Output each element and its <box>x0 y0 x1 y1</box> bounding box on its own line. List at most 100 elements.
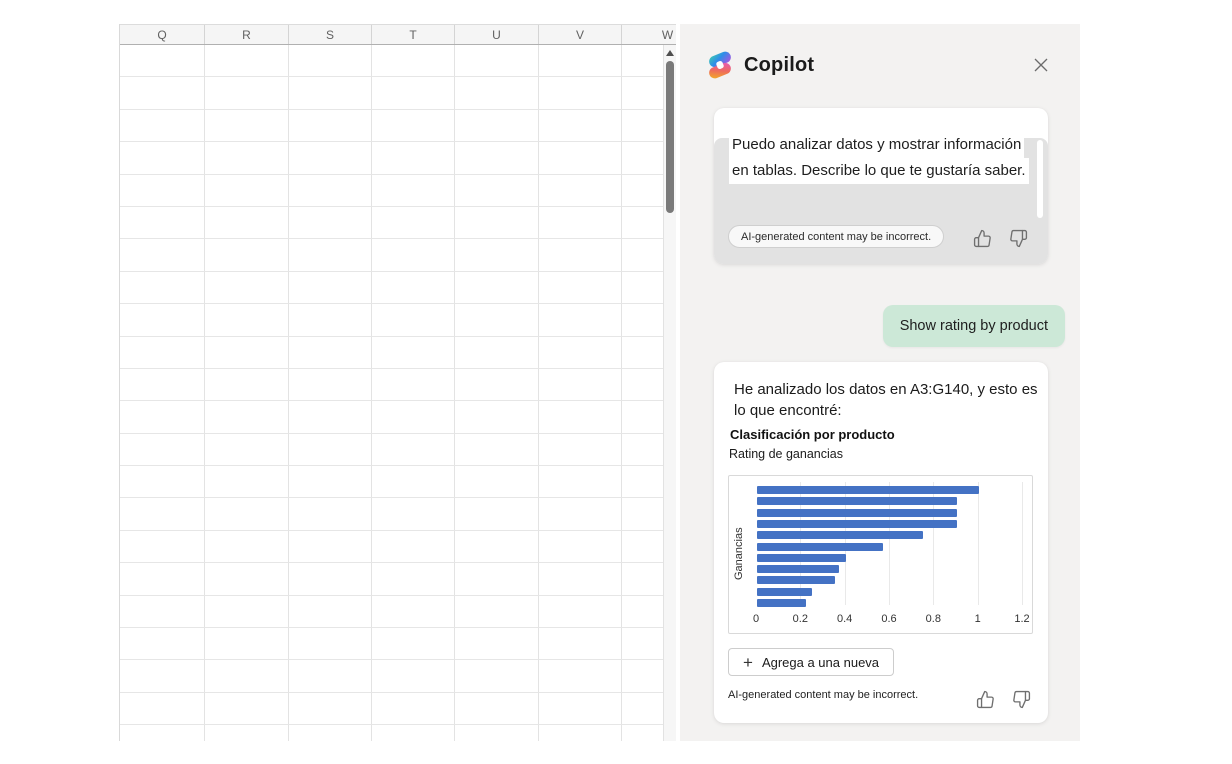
grid-cell[interactable] <box>455 692 539 726</box>
scrollbar-thumb[interactable] <box>666 61 674 213</box>
grid-cell[interactable] <box>205 45 289 78</box>
grid-cell[interactable] <box>205 628 289 661</box>
grid-cell[interactable] <box>372 109 455 143</box>
grid-cell[interactable] <box>372 239 455 272</box>
grid-cell[interactable] <box>539 498 622 531</box>
column-header-v[interactable]: V <box>539 25 622 44</box>
grid-cell[interactable] <box>455 206 539 240</box>
grid-cell[interactable] <box>455 466 539 499</box>
grid-cell[interactable] <box>372 628 455 661</box>
grid-cell[interactable] <box>372 174 455 207</box>
grid-cell[interactable] <box>205 206 289 240</box>
grid-cell[interactable] <box>455 239 539 272</box>
grid-cell[interactable] <box>120 401 205 434</box>
grid-cell[interactable] <box>455 77 539 110</box>
grid-cell[interactable] <box>539 368 622 402</box>
grid-cell[interactable] <box>120 336 205 369</box>
grid-cell[interactable] <box>539 304 622 337</box>
grid-cell[interactable] <box>539 239 622 272</box>
grid-cell[interactable] <box>539 628 622 661</box>
grid-cell[interactable] <box>539 206 622 240</box>
grid-cell[interactable] <box>539 401 622 434</box>
grid-cell[interactable] <box>289 109 372 143</box>
grid-cell[interactable] <box>205 368 289 402</box>
grid-cell[interactable] <box>539 336 622 369</box>
column-header-t[interactable]: T <box>372 25 455 44</box>
grid-cell[interactable] <box>372 45 455 78</box>
grid-cell[interactable] <box>372 77 455 110</box>
grid-cell[interactable] <box>205 498 289 531</box>
grid-cell[interactable] <box>289 530 372 564</box>
grid-cell[interactable] <box>205 336 289 369</box>
add-to-new-sheet-button[interactable]: + Agrega a una nueva <box>728 648 895 676</box>
grid-cell[interactable] <box>205 174 289 207</box>
grid-cell[interactable] <box>289 692 372 726</box>
grid-cell[interactable] <box>120 498 205 531</box>
grid-cell[interactable] <box>289 206 372 240</box>
grid-cell[interactable] <box>205 466 289 499</box>
grid-cell[interactable] <box>289 368 372 402</box>
grid-cell[interactable] <box>455 563 539 596</box>
grid-cell[interactable] <box>289 174 372 207</box>
grid-cell[interactable] <box>120 109 205 143</box>
grid-cell[interactable] <box>120 433 205 467</box>
grid-cell[interactable] <box>455 174 539 207</box>
welcome-scrollbar-thumb[interactable] <box>1037 140 1043 218</box>
grid-cell[interactable] <box>120 725 205 741</box>
grid-cell[interactable] <box>539 595 622 629</box>
grid-cell[interactable] <box>455 45 539 78</box>
grid-cell[interactable] <box>539 271 622 305</box>
grid-cell[interactable] <box>289 498 372 531</box>
grid-cell[interactable] <box>539 692 622 726</box>
grid-cell[interactable] <box>289 142 372 175</box>
grid-cell[interactable] <box>205 77 289 110</box>
grid-cell[interactable] <box>372 401 455 434</box>
grid-cell[interactable] <box>205 304 289 337</box>
grid-cell[interactable] <box>120 368 205 402</box>
grid-cell[interactable] <box>455 498 539 531</box>
grid-cell[interactable] <box>289 271 372 305</box>
grid-cell[interactable] <box>205 401 289 434</box>
column-header-u[interactable]: U <box>455 25 539 44</box>
grid-cell[interactable] <box>455 142 539 175</box>
grid-cell[interactable] <box>372 692 455 726</box>
column-header-q[interactable]: Q <box>120 25 205 44</box>
grid-cell[interactable] <box>372 433 455 467</box>
grid-cell[interactable] <box>372 368 455 402</box>
grid-cell[interactable] <box>205 142 289 175</box>
grid-cell[interactable] <box>289 433 372 467</box>
grid-cell[interactable] <box>372 498 455 531</box>
grid-cell[interactable] <box>289 401 372 434</box>
grid-cell[interactable] <box>205 239 289 272</box>
thumbs-up-icon[interactable] <box>972 228 993 249</box>
grid-cell[interactable] <box>120 45 205 78</box>
grid-cell[interactable] <box>120 77 205 110</box>
grid-cell[interactable] <box>289 239 372 272</box>
grid-cell[interactable] <box>455 401 539 434</box>
grid-cell[interactable] <box>120 563 205 596</box>
grid-cell[interactable] <box>120 466 205 499</box>
grid-cell[interactable] <box>455 628 539 661</box>
grid-cell[interactable] <box>372 206 455 240</box>
grid-cell[interactable] <box>372 660 455 693</box>
grid-cell[interactable] <box>120 174 205 207</box>
grid-cell[interactable] <box>205 530 289 564</box>
grid-cell[interactable] <box>539 725 622 741</box>
grid-cell[interactable] <box>539 45 622 78</box>
grid-cell[interactable] <box>455 725 539 741</box>
grid-cell[interactable] <box>455 304 539 337</box>
grid-cell[interactable] <box>205 433 289 467</box>
grid-cell[interactable] <box>455 368 539 402</box>
grid-cell[interactable] <box>539 77 622 110</box>
grid-cell[interactable] <box>120 304 205 337</box>
grid-cell[interactable] <box>120 239 205 272</box>
grid-cell[interactable] <box>539 142 622 175</box>
grid-cell[interactable] <box>455 271 539 305</box>
grid-cell[interactable] <box>455 109 539 143</box>
grid-cell[interactable] <box>372 142 455 175</box>
grid-cell[interactable] <box>289 45 372 78</box>
grid-cell[interactable] <box>205 725 289 741</box>
grid-cell[interactable] <box>205 271 289 305</box>
grid-cell[interactable] <box>372 271 455 305</box>
grid-cell[interactable] <box>289 563 372 596</box>
